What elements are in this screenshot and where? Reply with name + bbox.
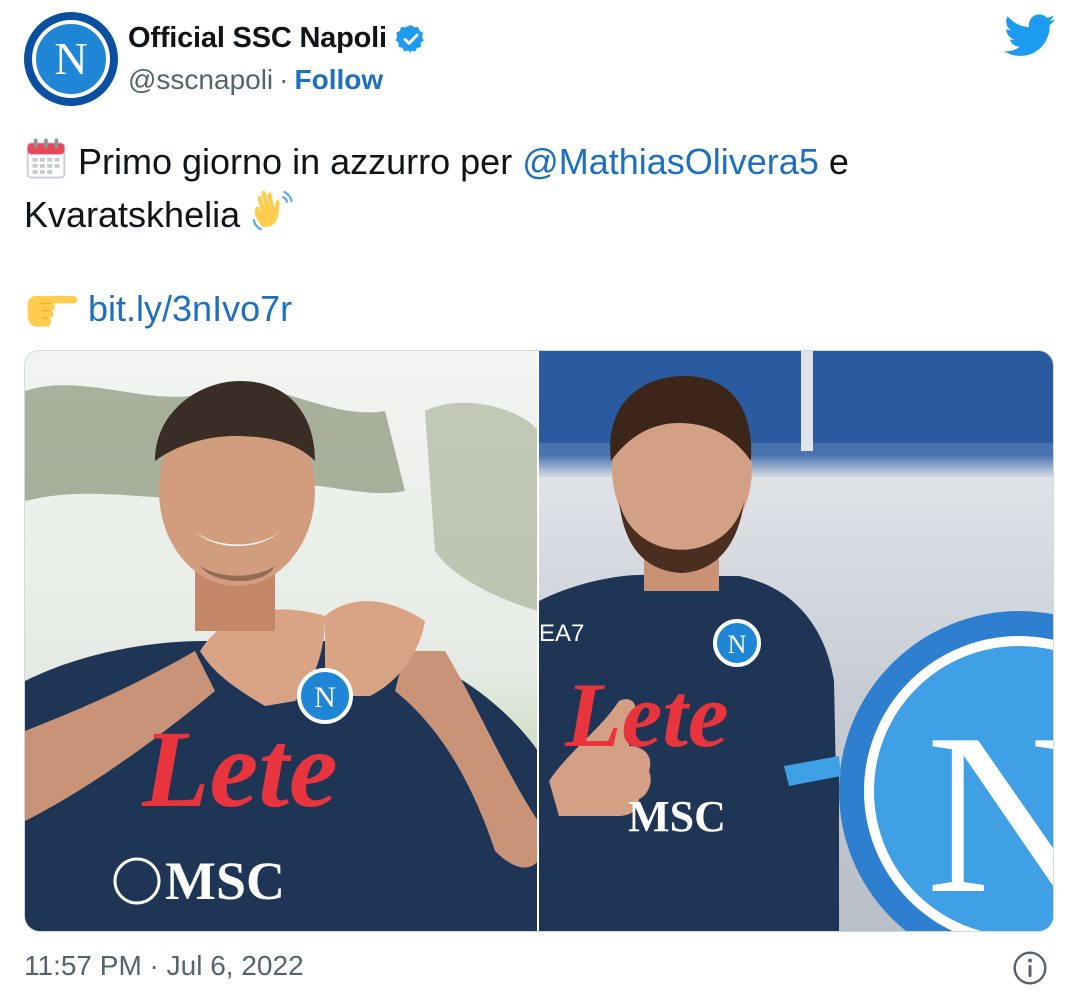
tweet-timestamp[interactable]: 11:57 PM · Jul 6, 2022 [24,950,304,982]
napoli-logo: N [32,20,110,98]
olivera-jersey-sponsor: Lete [141,708,337,830]
photo-olivera[interactable]: N Lete MSC [25,351,537,931]
tweet-media-grid: N Lete MSC N N [24,350,1054,932]
tweet-line-1: Primo giorno in azzurro per @MathiasOliv… [24,136,1054,187]
info-icon[interactable] [1012,950,1048,986]
verified-badge-icon [395,24,424,53]
kvara-badge-letter: N [728,630,747,659]
mention-link[interactable]: @MathiasOlivera5 [522,141,819,182]
handle-separator: · [279,64,289,95]
photo-kvaratskhelia[interactable]: N N EA7 Lete MSC [539,351,1053,931]
author-avatar[interactable]: N [24,12,118,106]
photo-olivera-illustration: N Lete MSC [25,381,537,931]
author-handle[interactable]: @sscnapoli [128,64,273,96]
kvara-sponsor-secondary: MSC [628,792,726,841]
tweet-text-part-1: Primo giorno in azzurro per [78,141,523,182]
pointing-right-hand-icon [27,295,78,327]
tweet-text-part-3: Kvaratskhelia [24,194,251,235]
photo-kvaratskhelia-illustration: N N EA7 Lete MSC [539,351,1053,931]
tweet-line-3: bit.ly/3nIvo7r [24,284,1054,334]
author-handle-row: @sscnapoli · Follow [128,64,383,96]
avatar-letter: N [54,33,88,84]
author-display-name[interactable]: Official SSC Napoli [128,22,387,55]
kvara-wall-logo-letter: N [926,686,1053,931]
olivera-sponsor-secondary: MSC [165,851,285,911]
short-link[interactable]: bit.ly/3nIvo7r [88,288,292,329]
follow-button[interactable]: Follow [294,64,383,96]
waving-hand-icon [252,190,293,231]
tweet-text-part-2: e [818,141,849,182]
author-name-row: Official SSC Napoli [128,22,427,55]
tweet-text: Primo giorno in azzurro per @MathiasOliv… [24,136,1054,334]
calendar-icon [26,138,66,179]
twitter-bird-icon[interactable] [1004,14,1056,58]
kvara-kit-brand: EA7 [539,620,584,647]
kvara-jersey-sponsor: Lete [564,664,728,766]
tweet-line-2: Kvaratskhelia [24,187,1054,240]
